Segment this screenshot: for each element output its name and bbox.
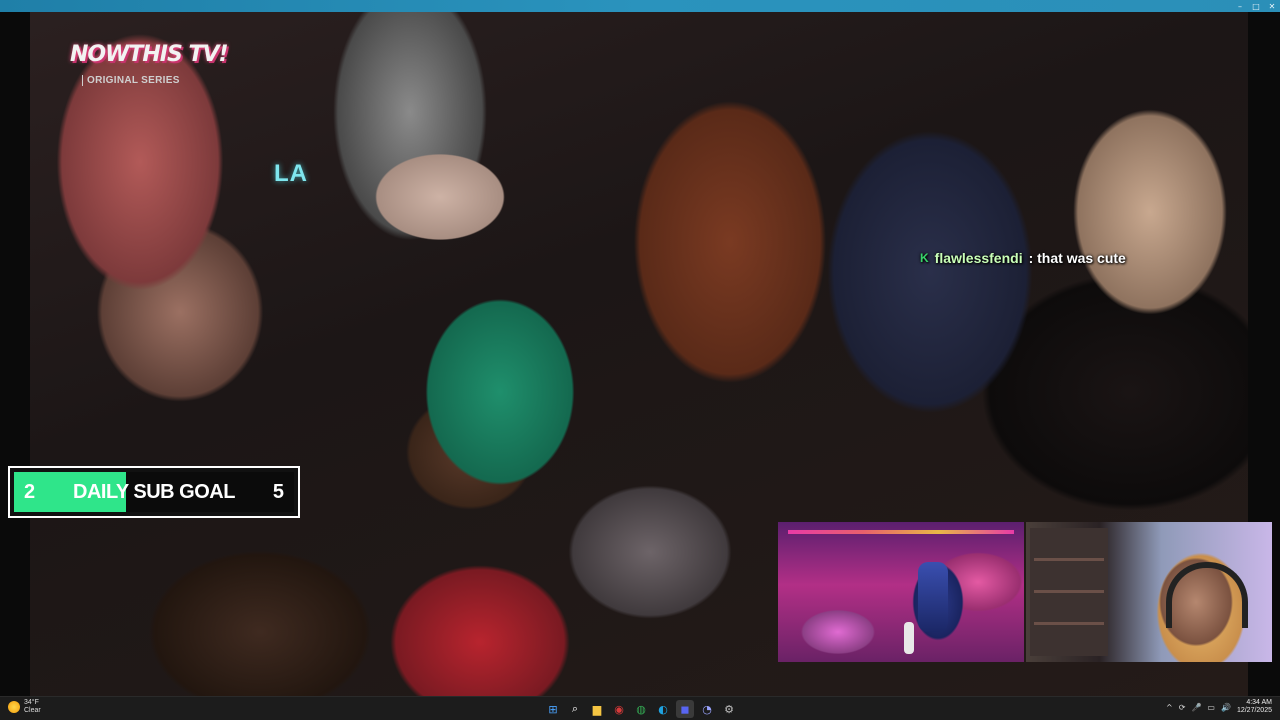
monitor-icon[interactable]: ▭ <box>1207 703 1215 712</box>
tray-overflow-icon[interactable]: ^ <box>1166 703 1173 712</box>
system-tray: ^ ⟳ 🎤 ▭ 🔊 4:34 AM 12/27/2025 <box>1166 699 1272 715</box>
close-button[interactable]: ✕ <box>1264 0 1280 12</box>
sub-goal-widget: 2 DAILY SUB GOAL 5 <box>8 466 300 518</box>
mic-icon[interactable]: 🎤 <box>1191 703 1201 712</box>
sync-icon[interactable]: ⟳ <box>1179 703 1186 712</box>
microphone-icon <box>904 622 914 654</box>
obs-icon[interactable]: ◉ <box>610 700 628 718</box>
file-explorer-icon[interactable]: ▆ <box>588 700 606 718</box>
sub-goal-label: DAILY SUB GOAL <box>73 480 235 503</box>
windows-start-icon[interactable]: ⊞ <box>544 700 562 718</box>
edge-icon[interactable]: ◐ <box>654 700 672 718</box>
maximize-button[interactable]: □ <box>1248 0 1264 12</box>
room-camera-feed <box>778 522 1024 662</box>
video-logo: NOWTHIS TV! ORIGINAL SERIES <box>70 42 229 86</box>
kick-badge-icon: K <box>920 251 929 265</box>
chat-username: flawlessfendi <box>934 250 1023 266</box>
weather-widget[interactable]: 34°F Clear <box>8 699 41 715</box>
led-strip <box>788 530 1014 534</box>
shelf <box>1030 528 1108 656</box>
chrome-icon[interactable]: ◍ <box>632 700 650 718</box>
app-icon[interactable]: ◔ <box>698 700 716 718</box>
headset-icon <box>1166 562 1248 628</box>
taskbar-apps: ⊞ ⌕ ▆ ◉ ◍ ◐ ◼ ◔ ⚙ <box>544 700 738 718</box>
weather-condition: Clear <box>24 707 41 714</box>
clock-date: 12/27/2025 <box>1236 707 1272 714</box>
chat-message-overlay: K flawlessfendi : that was cute <box>920 250 1126 266</box>
logo-subtitle: ORIGINAL SERIES <box>82 75 228 86</box>
discord-icon[interactable]: ◼ <box>676 700 694 718</box>
settings-icon[interactable]: ⚙ <box>720 700 738 718</box>
window-titlebar: – □ ✕ <box>0 0 1280 12</box>
sub-goal-current: 2 <box>24 480 36 503</box>
sub-goal-target: 5 <box>272 480 284 503</box>
face-camera-feed <box>1026 522 1272 662</box>
weather-temp: 34°F <box>24 699 39 706</box>
logo-brand: NOWTHIS TV! <box>70 42 229 67</box>
location-caption: LA <box>274 160 308 187</box>
minimize-button[interactable]: – <box>1232 0 1248 12</box>
clock-time: 4:34 AM <box>1246 699 1272 706</box>
left-letterbox <box>0 12 30 696</box>
taskbar: 34°F Clear ⊞ ⌕ ▆ ◉ ◍ ◐ ◼ ◔ ⚙ ^ ⟳ 🎤 ▭ 🔊 4:34 AM 1… <box>0 696 1280 720</box>
volume-icon[interactable]: 🔊 <box>1221 703 1231 712</box>
sun-icon <box>8 701 20 713</box>
chat-text: : that was cute <box>1028 250 1126 266</box>
gaming-chair <box>918 562 948 632</box>
clock[interactable]: 4:34 AM 12/27/2025 <box>1237 699 1272 715</box>
search-icon[interactable]: ⌕ <box>566 700 584 718</box>
